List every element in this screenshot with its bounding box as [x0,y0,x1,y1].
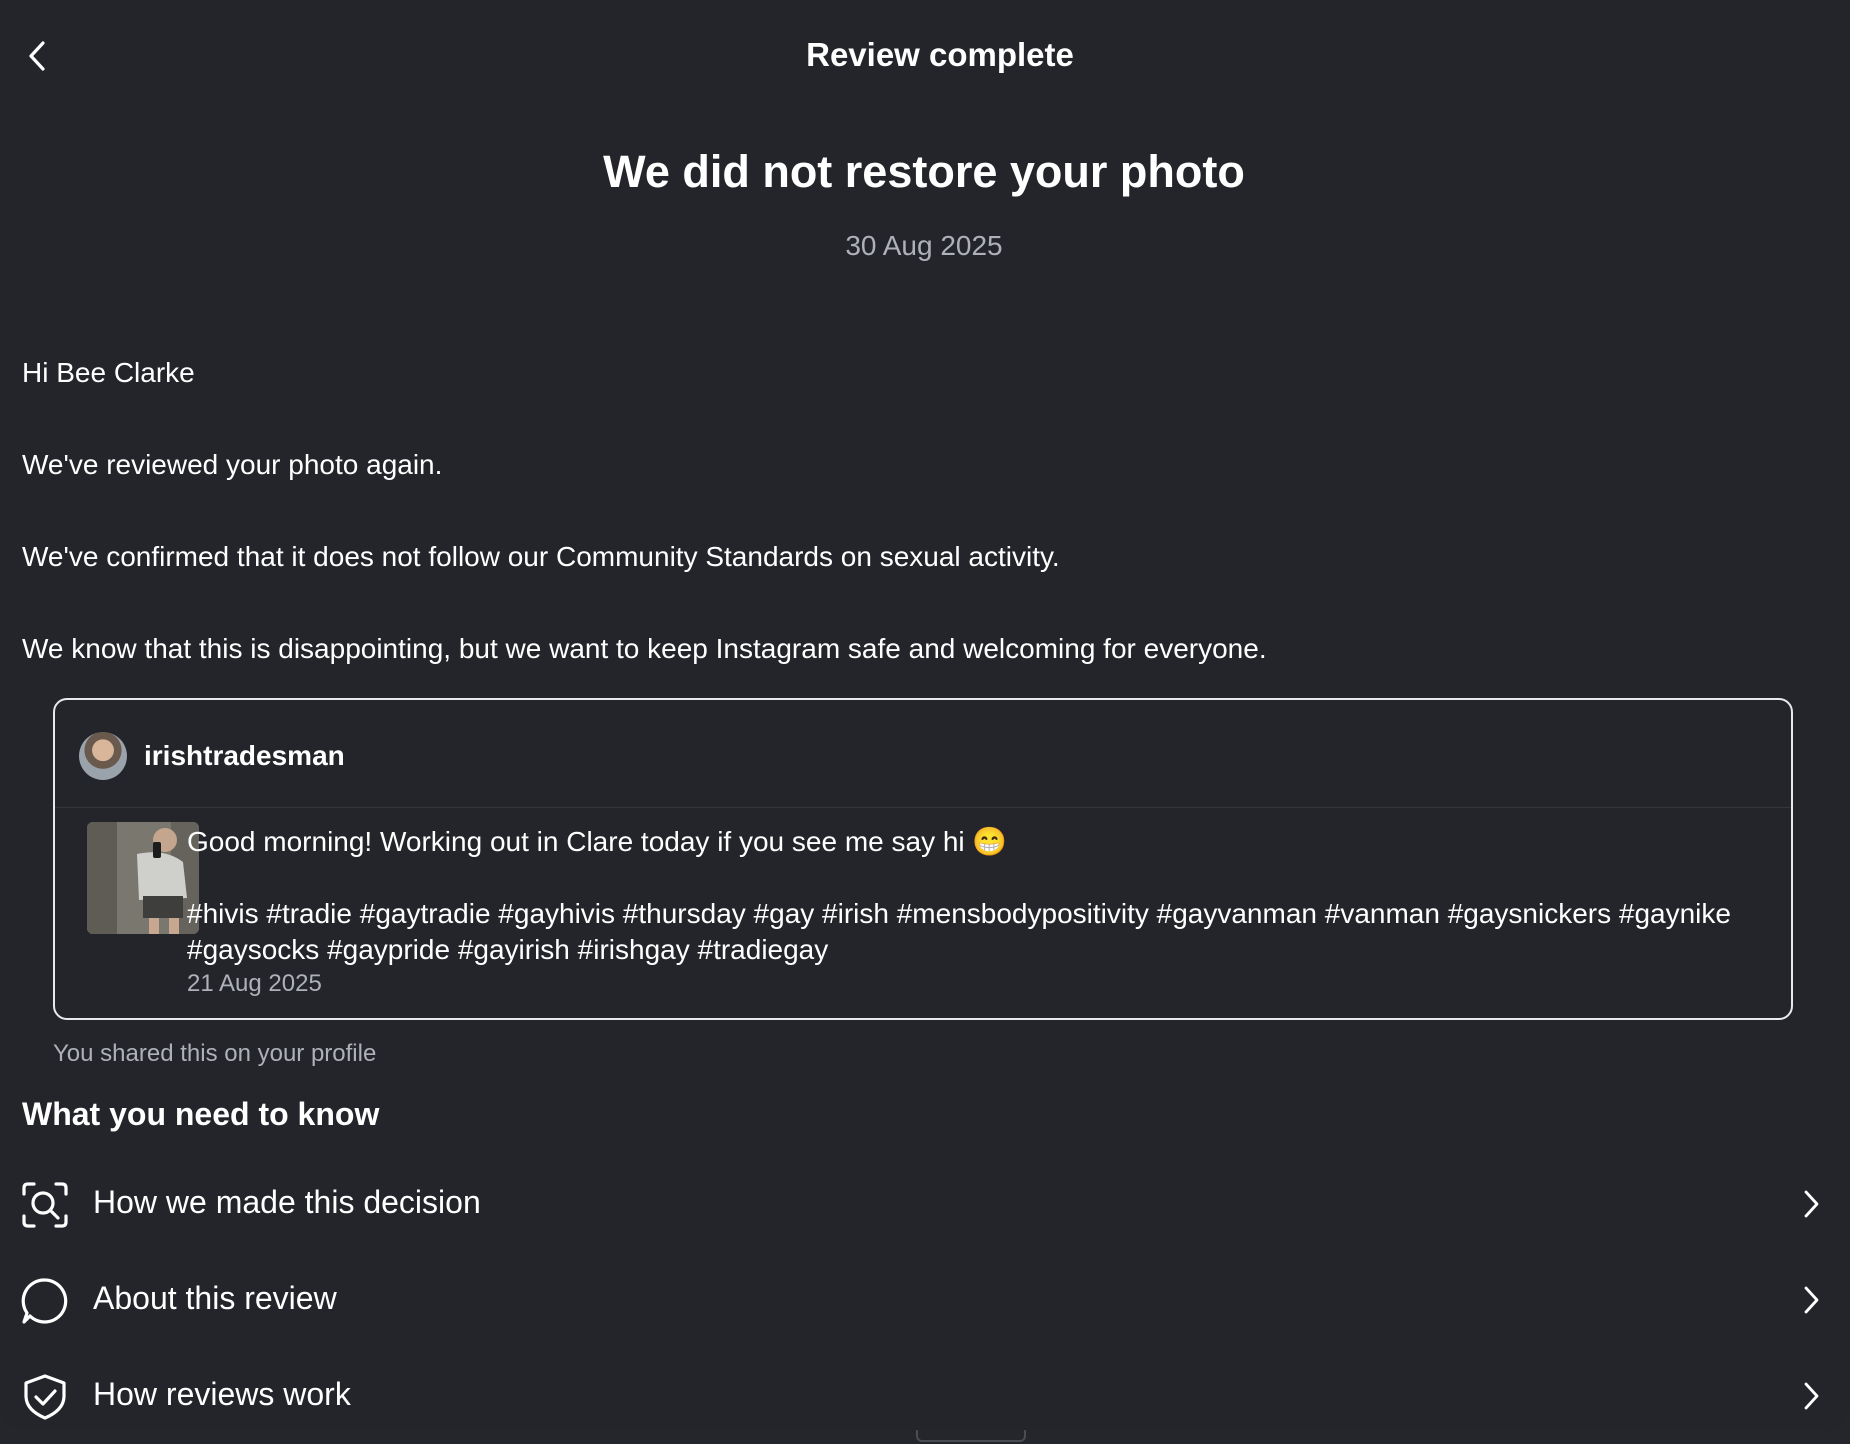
page-title: We did not restore your photo [603,146,1245,197]
caption-hashtags: #hivis #tradie #gaytradie #gayhivis #thu… [187,898,1731,965]
post-caption: Good morning! Working out in Clare today… [187,822,1757,968]
bottom-handle [916,1430,1026,1442]
post-card[interactable]: irishtradesman Good morning! Working out… [53,698,1793,1020]
photo-thumbnail-image [87,822,199,934]
shared-note: You shared this on your profile [53,1040,377,1067]
about-this-review-row[interactable]: About this review [0,1252,1850,1348]
message-paragraph: We've confirmed that it does not follow … [22,541,1060,572]
review-panel: Review complete We did not restore your … [0,0,1850,1430]
how-we-made-decision-row[interactable]: How we made this decision [0,1156,1850,1252]
row-label: How reviews work [93,1376,351,1412]
header-title: Review complete [806,36,1074,73]
post-header: irishtradesman [55,700,1791,808]
post-date: 21 Aug 2025 [187,970,322,997]
row-label: About this review [93,1280,337,1316]
caption-text: Good morning! Working out in Clare today… [187,826,1008,857]
chevron-right-icon [1804,1190,1819,1218]
chevron-right-icon [1804,1286,1819,1314]
chevron-right-icon [1804,1382,1819,1410]
row-label: How we made this decision [93,1184,481,1220]
greeting-text: Hi Bee Clarke [22,357,195,388]
decision-date: 30 Aug 2025 [845,230,1003,261]
message-paragraph: We've reviewed your photo again. [22,449,443,480]
avatar[interactable] [79,732,127,780]
post-thumbnail[interactable] [87,822,199,934]
post-username[interactable]: irishtradesman [144,740,345,772]
speech-bubble-icon [21,1278,68,1324]
search-scan-icon [22,1182,68,1228]
header-bar: Review complete [0,0,1850,112]
message-paragraph: We know that this is disappointing, but … [22,633,1267,664]
section-heading: What you need to know [22,1096,380,1132]
shield-check-icon [24,1374,66,1420]
